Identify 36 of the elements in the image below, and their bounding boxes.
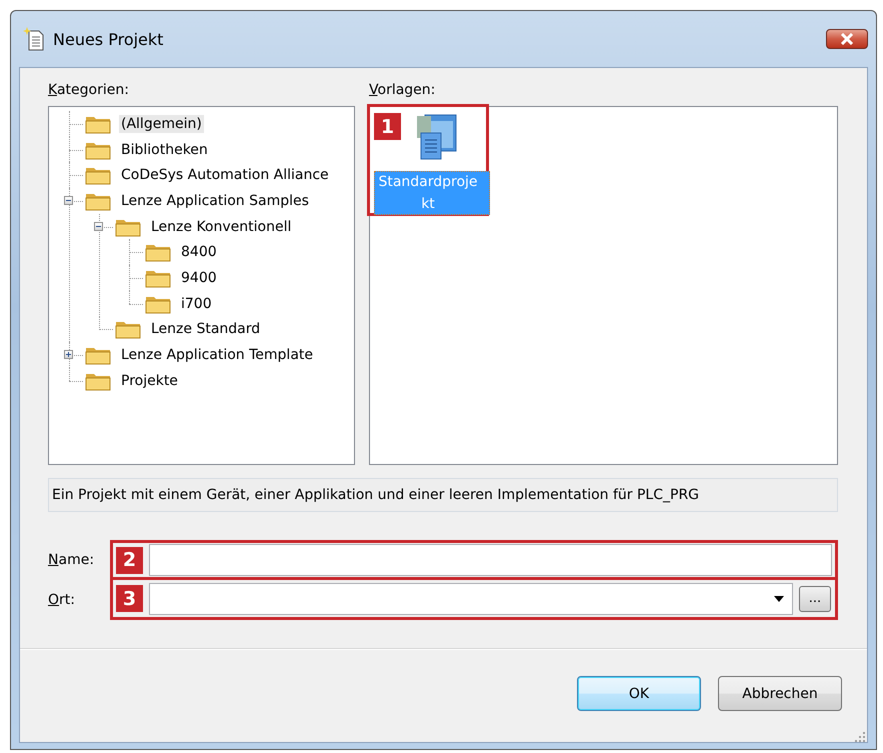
tree-item[interactable]: (Allgemein): [119, 114, 204, 133]
new-document-icon: [23, 27, 45, 51]
tree-item[interactable]: 9400: [179, 268, 219, 287]
callout-marker: 2: [116, 546, 143, 574]
tree-item[interactable]: Lenze Application Template: [119, 346, 316, 364]
tree-item[interactable]: Lenze Standard: [149, 320, 262, 338]
close-button[interactable]: [826, 29, 868, 49]
tree-item[interactable]: 8400: [179, 243, 219, 262]
tree-item[interactable]: Bibliotheken: [119, 140, 210, 159]
dialog-button[interactable]: OK: [577, 676, 701, 711]
dialog-button[interactable]: Abbrechen: [718, 676, 842, 711]
tree-item[interactable]: Lenze Application Samples: [119, 192, 311, 210]
folder-icon: [145, 242, 171, 262]
tree-item[interactable]: Projekte: [119, 372, 180, 390]
expand-icon[interactable]: [64, 350, 73, 360]
name-field[interactable]: [149, 544, 832, 576]
folder-icon: [85, 165, 111, 186]
tree-item[interactable]: Lenze Konventionell: [149, 218, 294, 236]
templates-label: Vorlagen:: [369, 82, 436, 98]
description-text: Ein Projekt mit einem Gerät, einer Applikation und einer leeren Implementation für PLC_PRG: [48, 478, 838, 512]
close-icon: [840, 33, 854, 45]
name-label: Name:: [48, 552, 96, 568]
tree-item[interactable]: i700: [179, 294, 214, 313]
collapse-icon[interactable]: [64, 196, 73, 205]
callout-marker: 1: [374, 113, 401, 140]
resize-grip-icon[interactable]: [855, 732, 865, 742]
window-title: Neues Projekt: [53, 30, 164, 48]
categories-label: Kategorien:: [48, 82, 130, 98]
tree-item[interactable]: CoDeSys Automation Alliance: [119, 166, 331, 184]
location-label: Ort:: [48, 592, 76, 608]
dropdown-icon[interactable]: [774, 596, 784, 602]
folder-icon: [115, 319, 141, 340]
callout-marker: 3: [116, 585, 143, 612]
folder-icon: [85, 345, 111, 366]
collapse-icon[interactable]: [94, 222, 103, 231]
browse-button[interactable]: ...: [799, 586, 831, 612]
